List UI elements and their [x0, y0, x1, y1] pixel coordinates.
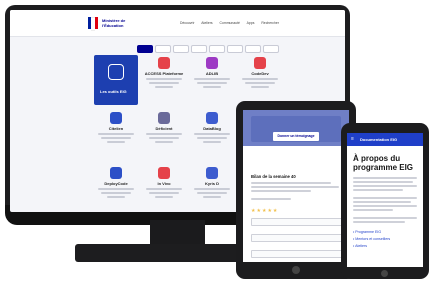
- doc-link[interactable]: • Ateliers: [353, 244, 367, 248]
- nav-item[interactable]: Apps: [247, 21, 255, 25]
- tool-card[interactable]: DataBlog: [190, 110, 234, 160]
- link-icon: [108, 64, 124, 80]
- tool-card[interactable]: In Vivo: [142, 165, 186, 212]
- x-cross-icon: [206, 57, 218, 69]
- tablet-screen: Donner un témoignage Bilan de la semaine…: [243, 110, 349, 262]
- feature-card[interactable]: Les outils EIG: [94, 55, 138, 105]
- nav-item[interactable]: Ateliers: [201, 21, 212, 25]
- phone-header-title: Documentation EIG: [360, 137, 398, 142]
- filter-tag[interactable]: [137, 45, 153, 53]
- filter-tag[interactable]: [227, 45, 243, 53]
- tool-card-title: DeployCode: [104, 181, 128, 186]
- phone-header: ≡ Documentation EIG: [347, 133, 423, 146]
- tool-card[interactable]: Kyris D: [190, 165, 234, 212]
- rating-stars[interactable]: ★★★★★: [251, 208, 278, 214]
- filter-tag[interactable]: [245, 45, 261, 53]
- nav-item[interactable]: Découvrir: [180, 21, 195, 25]
- gov-logo[interactable]: [88, 17, 98, 31]
- tool-card-title: In Vivo: [157, 181, 171, 186]
- tool-card[interactable]: CodeDev: [238, 55, 282, 105]
- brush-icon: [158, 167, 170, 179]
- sparkle-icon: [158, 57, 170, 69]
- tool-card-title: ACCESS Plateforme: [144, 71, 184, 76]
- shield-icon: [110, 112, 122, 124]
- tablet-banner: Donner un témoignage: [243, 110, 349, 146]
- tool-card-title: Citelien: [108, 126, 124, 131]
- brand-text[interactable]: Ministère de l'Éducation: [102, 18, 142, 28]
- nav-item[interactable]: Rechercher: [261, 21, 279, 25]
- filter-tag[interactable]: [191, 45, 207, 53]
- filter-tag[interactable]: [155, 45, 171, 53]
- filter-tag[interactable]: [173, 45, 189, 53]
- main-nav: Découvrir Ateliers Communauté Apps Reche…: [180, 21, 285, 25]
- form-field[interactable]: [251, 218, 343, 226]
- tool-card[interactable]: ACCESS Plateforme: [142, 55, 186, 105]
- form-field[interactable]: [251, 250, 343, 258]
- phone-icon: [206, 112, 218, 124]
- menu-icon[interactable]: ≡: [351, 136, 354, 142]
- tool-card-title: Déficient: [155, 126, 173, 131]
- tool-card-title: ADLIB: [205, 71, 219, 76]
- doc-link[interactable]: • Mentors et conseillers: [353, 237, 390, 241]
- tool-card[interactable]: DeployCode: [94, 165, 138, 212]
- mask-icon: [158, 112, 170, 124]
- form-field[interactable]: [251, 234, 343, 242]
- testimony-button[interactable]: Donner un témoignage: [273, 132, 319, 141]
- scribble-icon: [206, 167, 218, 179]
- feature-card-label: Les outils EIG: [100, 89, 127, 94]
- tool-card-title: DataBlog: [203, 126, 221, 131]
- form-title: Bilan de la semaine 40: [251, 174, 296, 179]
- tablet-home-button[interactable]: [292, 266, 300, 274]
- tool-card-title: CodeDev: [251, 71, 269, 76]
- phone-page-title: À propos du programme EIG: [353, 154, 414, 172]
- nav-item[interactable]: Communauté: [220, 21, 240, 25]
- site-header: Ministère de l'Éducation Découvrir Ateli…: [10, 10, 345, 37]
- star-icon: [254, 57, 266, 69]
- brackets-icon: [110, 167, 122, 179]
- filter-tag[interactable]: [263, 45, 279, 53]
- phone-home-button[interactable]: [381, 270, 388, 277]
- phone-screen: ≡ Documentation EIG À propos du programm…: [347, 133, 423, 267]
- tool-card[interactable]: ADLIB: [190, 55, 234, 105]
- tool-card[interactable]: Citelien: [94, 110, 138, 160]
- tool-card-title: Kyris D: [204, 181, 219, 186]
- doc-link[interactable]: • Programme EIG: [353, 230, 381, 234]
- filter-tag[interactable]: [209, 45, 225, 53]
- tool-card[interactable]: Déficient: [142, 110, 186, 160]
